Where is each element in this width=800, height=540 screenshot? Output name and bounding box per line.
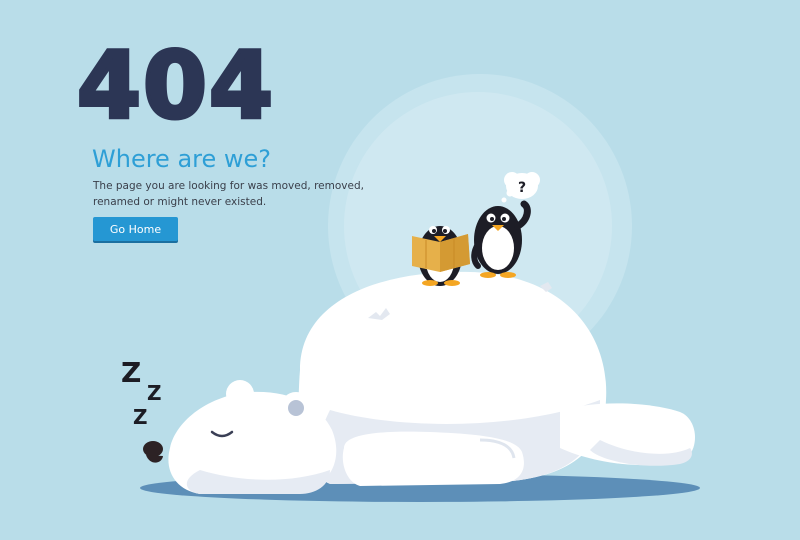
sleep-z-small: Z: [133, 405, 148, 429]
error-description: The page you are looking for was moved, …: [93, 180, 364, 208]
go-home-button[interactable]: Go Home: [93, 217, 178, 241]
page-title: Where are we?: [92, 145, 272, 173]
sleep-z-large: Z: [121, 356, 141, 389]
error-code: 404: [75, 32, 276, 139]
sleep-z-medium: Z: [147, 381, 162, 405]
sleep-z-letters: Z Z Z: [121, 356, 162, 429]
question-mark: ?: [518, 180, 526, 196]
polar-bear: [143, 271, 695, 494]
